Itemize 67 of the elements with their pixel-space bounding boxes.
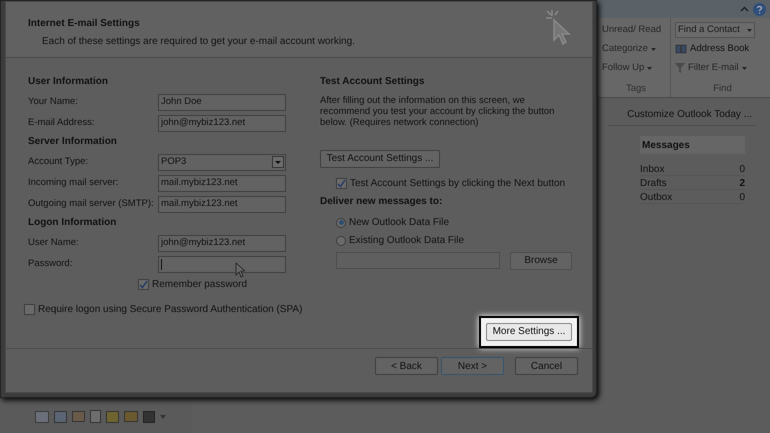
dialog-subtitle: Each of these settings are required to get your e-mail account working. xyxy=(41,35,355,49)
field-label: Outgoing mail server (SMTP): xyxy=(28,197,155,212)
radio-label: Existing Outlook Data File xyxy=(349,234,464,248)
field-label: User Name: xyxy=(28,236,80,250)
customize-link[interactable]: Customize Outlook Today ... xyxy=(627,107,752,122)
section-heading: Test Account Settings xyxy=(320,74,426,89)
input-field[interactable]: John Doe xyxy=(158,94,286,111)
button[interactable]: Test Account Settings ... xyxy=(320,150,440,168)
item-count: 0 xyxy=(739,163,745,175)
pointer-click-icon xyxy=(544,8,574,48)
caret-icon xyxy=(275,160,281,164)
group-label: Tags xyxy=(624,82,648,96)
ribbon-button[interactable]: Unread/ Read xyxy=(602,22,670,38)
dialog-title: Internet E-mail Settings xyxy=(28,17,141,31)
checkbox-label: Remember password xyxy=(152,278,248,292)
radio-label: New Outlook Data File xyxy=(349,216,450,230)
mouse-pointer-icon xyxy=(235,262,245,278)
ribbon-button[interactable]: Follow Up xyxy=(602,60,670,76)
section-heading: User Information xyxy=(27,74,110,89)
dropdown[interactable]: POP3 xyxy=(158,154,286,171)
section-heading: Deliver new messages to: xyxy=(320,194,444,209)
field-label: Your Name: xyxy=(28,95,79,110)
contacts-icon[interactable] xyxy=(72,411,85,422)
filter-icon xyxy=(675,63,685,73)
button[interactable]: Next > xyxy=(441,357,504,376)
field-label: Account Type: xyxy=(28,155,90,170)
more-settings-button[interactable]: More Settings ... xyxy=(486,322,572,341)
checkbox[interactable] xyxy=(336,178,347,189)
folder-icon[interactable] xyxy=(124,411,138,422)
description-text: After filling out the information on this screen, we recommend you test your account by clicking the button below. (Requires network connection) xyxy=(320,94,556,128)
tasks-icon[interactable] xyxy=(90,410,101,423)
checkbox[interactable] xyxy=(24,304,35,315)
collapse-ribbon-icon[interactable] xyxy=(740,6,749,12)
checkbox-label: Require logon using Secure Password Authentication (SPA) xyxy=(38,302,302,317)
help-icon[interactable] xyxy=(753,2,766,16)
caret-icon[interactable] xyxy=(160,414,166,418)
mail-icon[interactable] xyxy=(35,410,49,422)
calendar-icon[interactable] xyxy=(54,410,67,422)
book-icon xyxy=(675,44,687,54)
ribbon-button[interactable]: Filter E-mail xyxy=(675,60,770,76)
radio-button[interactable] xyxy=(336,236,346,246)
folder-name[interactable]: Outbox xyxy=(640,190,672,203)
folder-name[interactable]: Inbox xyxy=(640,162,664,175)
section-heading: Server Information xyxy=(27,134,118,149)
ribbon-button[interactable]: Address Book xyxy=(675,41,770,57)
field-label: Password: xyxy=(28,257,74,272)
input-field[interactable]: john@mybiz123.net xyxy=(158,114,286,132)
notes-icon[interactable] xyxy=(106,410,119,422)
radio-button[interactable] xyxy=(336,218,346,228)
panel-heading: Messages xyxy=(640,136,745,154)
item-count: 2 xyxy=(739,177,745,189)
input-field[interactable]: mail.mybiz123.net xyxy=(158,174,286,192)
field-label: E-mail Address: xyxy=(28,116,96,130)
folder-name[interactable]: Drafts xyxy=(640,176,667,189)
search-field[interactable]: Find a Contact xyxy=(675,22,755,38)
checkbox[interactable] xyxy=(138,278,149,290)
field-label: Incoming mail server: xyxy=(28,176,120,190)
section-heading: Logon Information xyxy=(27,216,118,230)
item-count: 0 xyxy=(739,191,745,203)
shortcut-icon[interactable] xyxy=(143,410,155,422)
button[interactable]: < Back xyxy=(375,357,438,376)
checkbox-label: Test Account Settings by clicking the Next button xyxy=(350,176,566,191)
input-field[interactable]: john@mybiz123.net xyxy=(158,234,286,252)
input-field[interactable]: mail.mybiz123.net xyxy=(158,196,286,213)
group-label: Find xyxy=(712,82,733,96)
ribbon-button[interactable]: Categorize xyxy=(602,41,670,57)
button[interactable]: Cancel xyxy=(515,357,578,376)
